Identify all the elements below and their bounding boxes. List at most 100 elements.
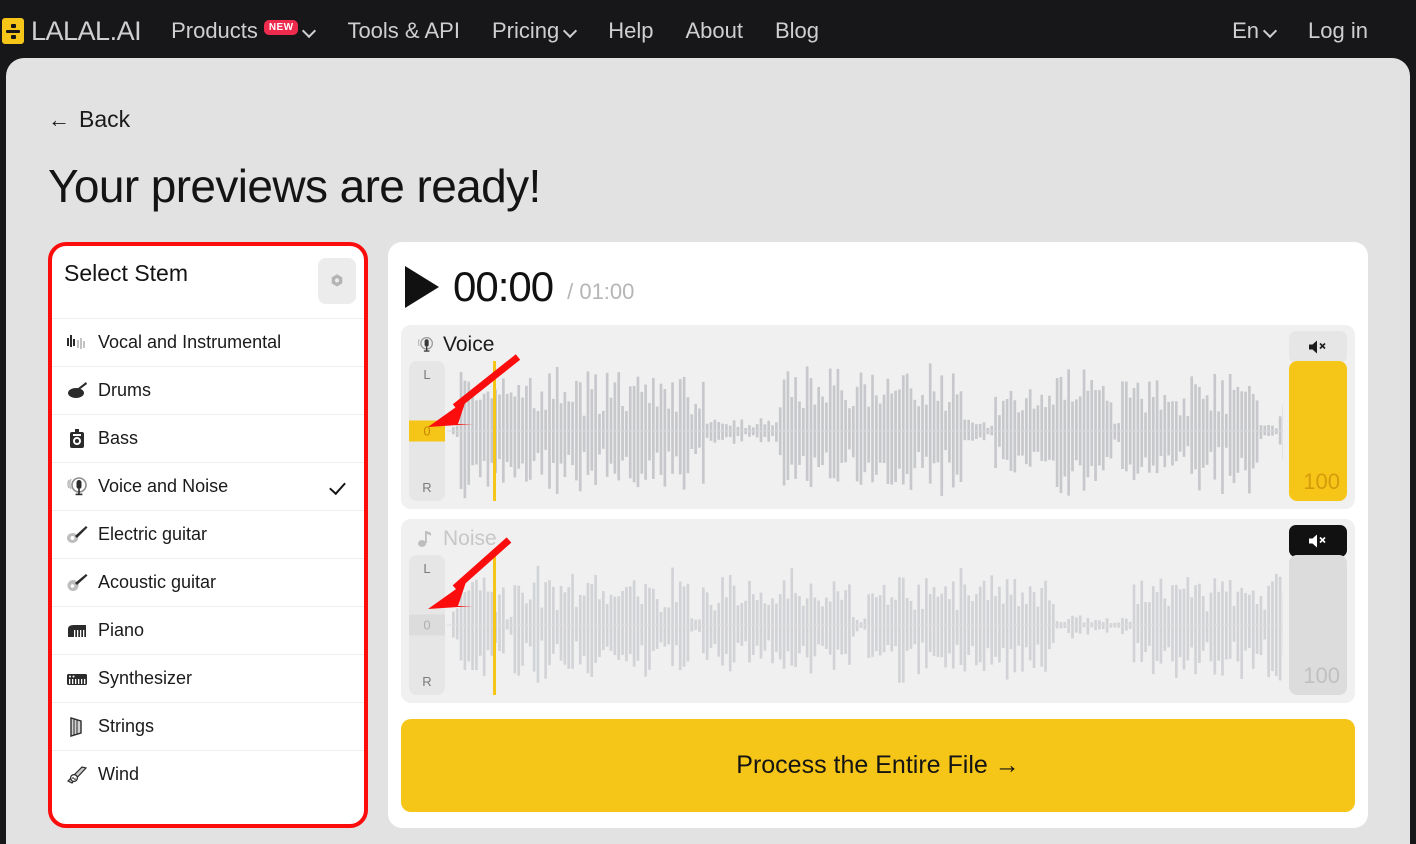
stem-check-icon (330, 669, 350, 689)
waveform-path (447, 566, 1283, 683)
stem-item-wind[interactable]: Wind (52, 750, 364, 798)
microphone-icon (66, 476, 88, 498)
volume-slider-voice[interactable]: 100 (1289, 361, 1347, 501)
lalal-logo-icon (2, 18, 24, 44)
drums-icon (66, 380, 88, 402)
stem-item-label: Synthesizer (98, 668, 193, 688)
logo-text: LALAL.AI (31, 15, 142, 46)
chevron-down-icon (565, 26, 576, 37)
acoustic-guitar-icon (66, 572, 88, 594)
volume-value: 100 (1303, 469, 1340, 494)
stem-item-voice-and-noise[interactable]: Voice and Noise (52, 462, 364, 510)
stem-item-label: Electric guitar (98, 524, 208, 544)
waveform-noise[interactable] (447, 555, 1283, 695)
current-time: 00:00 (453, 263, 554, 310)
preview-player: 00:00 / 01:00 Voice L 0 R 100 Noise L 0 … (388, 242, 1368, 828)
nav-item-tools-api[interactable]: Tools & API (331, 18, 476, 44)
stem-item-acoustic-guitar[interactable]: Acoustic guitar (52, 558, 364, 606)
nav-item-label: Pricing (491, 18, 560, 43)
stem-item-label: Voice and Noise (98, 476, 229, 496)
microphone-icon (415, 335, 435, 355)
chevron-down-icon (304, 26, 315, 37)
select-stem-panel: Select Stem Vocal and Instrumental Drums… (48, 242, 368, 828)
stem-item-piano[interactable]: Piano (52, 606, 364, 654)
waveform-path (447, 363, 1283, 499)
nav-item-blog[interactable]: Blog (759, 18, 835, 44)
track-header: Noise (409, 527, 1347, 551)
stem-item-label: Bass (98, 428, 139, 448)
mute-button-noise[interactable] (1289, 525, 1347, 557)
track-name: Noise (443, 527, 497, 550)
stem-check-icon (330, 525, 350, 545)
volume-column-voice: 100 (1289, 331, 1347, 501)
stem-check-icon (330, 717, 350, 737)
stem-check-icon (330, 477, 350, 497)
strings-icon (66, 716, 88, 738)
stem-item-label: Acoustic guitar (98, 572, 217, 592)
page-container: ← Back Your previews are ready! Select S… (6, 58, 1410, 844)
stem-check-icon (330, 621, 350, 641)
pan-label-left: L (423, 367, 431, 382)
track-body: L 0 R 100 (409, 331, 1347, 501)
pan-label-left: L (423, 561, 431, 576)
wind-icon (66, 764, 88, 786)
stem-item-strings[interactable]: Strings (52, 702, 364, 750)
stem-item-label: Drums (98, 380, 151, 400)
pan-slider-voice[interactable]: L 0 R (409, 361, 445, 501)
back-link[interactable]: ← Back (48, 106, 130, 133)
speaker-mute-icon (1309, 340, 1326, 354)
new-badge: NEW (263, 19, 299, 35)
track-voice: Voice L 0 R 100 (401, 325, 1355, 509)
login-label: Log in (1308, 18, 1368, 43)
electric-guitar-icon (66, 524, 88, 546)
play-icon[interactable] (405, 266, 439, 308)
nav-item-label: Blog (774, 18, 819, 43)
pan-slider-noise[interactable]: L 0 R (409, 555, 445, 695)
stem-panel-title: Select Stem (64, 260, 188, 286)
player-header: 00:00 / 01:00 (401, 256, 1355, 325)
volume-slider-noise[interactable]: 100 (1289, 555, 1347, 695)
waveform-voice[interactable] (447, 361, 1283, 501)
stem-item-bass[interactable]: Bass (52, 414, 364, 462)
stem-item-electric-guitar[interactable]: Electric guitar (52, 510, 364, 558)
stem-item-vocal-and-instrumental[interactable]: Vocal and Instrumental (52, 318, 364, 366)
nav-item-help[interactable]: Help (592, 18, 669, 44)
nav-item-products[interactable]: Products NEW (155, 18, 331, 44)
playhead-noise[interactable] (493, 555, 496, 695)
bass-amp-icon (66, 428, 88, 450)
chevron-down-icon (1265, 26, 1276, 37)
speaker-mute-icon (1309, 534, 1326, 548)
stem-item-label: Piano (98, 620, 145, 640)
stem-check-icon (330, 765, 350, 785)
mute-button-voice[interactable] (1289, 331, 1347, 363)
synthesizer-icon (66, 668, 88, 690)
volume-value: 100 (1303, 663, 1340, 688)
stem-item-label: Wind (98, 764, 140, 784)
stem-check-icon (330, 573, 350, 593)
nav-item-about[interactable]: About (669, 18, 759, 44)
gear-icon (331, 274, 343, 287)
nav-item-label: About (685, 18, 743, 43)
stem-item-drums[interactable]: Drums (52, 366, 364, 414)
total-time: / 01:00 (567, 279, 635, 304)
playhead-voice[interactable] (493, 361, 496, 501)
stem-check-icon (330, 429, 350, 449)
pan-label-right: R (422, 674, 432, 689)
main-content: Select Stem Vocal and Instrumental Drums… (48, 242, 1410, 828)
pan-value: 0 (409, 614, 445, 636)
top-navigation-bar: LALAL.AI Products NEW Tools & API Pricin… (0, 0, 1416, 62)
noise-note-icon (415, 529, 435, 549)
stem-panel-header: Select Stem (52, 246, 364, 318)
process-entire-file-button[interactable]: Process the Entire File → (401, 719, 1355, 812)
track-body: L 0 R 100 (409, 525, 1347, 695)
login-link[interactable]: Log in (1292, 18, 1384, 44)
stem-settings-button[interactable] (318, 258, 356, 304)
logo[interactable]: LALAL.AI (0, 15, 142, 47)
stem-item-synthesizer[interactable]: Synthesizer (52, 654, 364, 702)
nav-item-label: Help (608, 18, 654, 43)
stem-check-icon (330, 381, 350, 401)
language-selector[interactable]: En (1216, 18, 1292, 44)
nav-item-pricing[interactable]: Pricing (476, 18, 592, 44)
volume-column-noise: 100 (1289, 525, 1347, 695)
stem-item-label: Vocal and Instrumental (98, 332, 282, 352)
